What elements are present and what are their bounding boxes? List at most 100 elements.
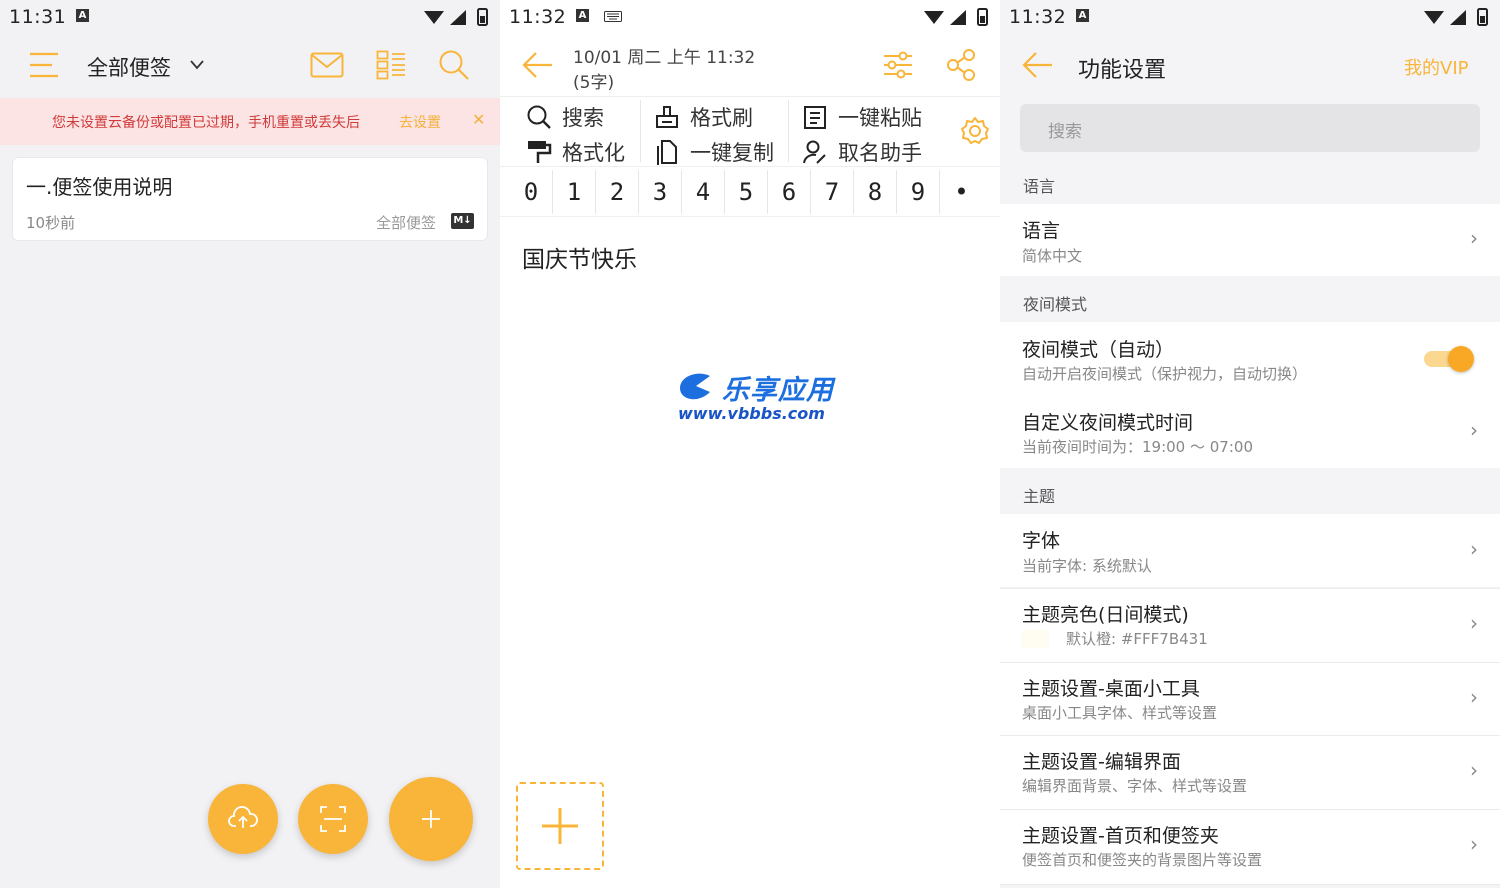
setting-value: 简体中文 (1022, 247, 1083, 265)
night-mode-toggle[interactable] (1424, 346, 1474, 372)
setting-row-home-theme[interactable]: 主题设置-首页和便签夹 便签首页和便签夹的背景图片等设置 › (1000, 810, 1500, 884)
mail-icon[interactable] (310, 52, 344, 78)
top-bar (0, 34, 500, 98)
adjust-sliders-icon[interactable] (883, 50, 913, 80)
digit-key[interactable]: 1 (553, 170, 596, 214)
chevron-right-icon: › (1470, 611, 1478, 635)
banner-settings-link[interactable]: 去设置 (399, 112, 441, 132)
folder-title[interactable]: 全部便签 (87, 52, 171, 82)
share-icon[interactable] (946, 49, 976, 81)
digit-key[interactable]: 2 (596, 170, 639, 214)
search-icon[interactable] (438, 49, 470, 81)
watermark-name: 乐享应用 (722, 375, 834, 406)
scan-icon (320, 806, 346, 832)
digit-key[interactable]: 7 (811, 170, 854, 214)
digit-key[interactable]: 0 (510, 170, 553, 214)
digit-key[interactable]: 9 (897, 170, 940, 214)
digit-keyboard: 0 1 2 3 4 5 6 7 8 9 • (510, 170, 990, 214)
notification-a-icon: A (1076, 9, 1089, 22)
watermark-logo-icon (680, 373, 710, 400)
plus-icon (422, 810, 440, 828)
cloud-upload-button[interactable] (208, 784, 278, 854)
setting-value: 桌面小工具字体、样式等设置 (1022, 704, 1218, 722)
banner-message: 您未设置云备份或配置已过期，手机重置或丢失后 (52, 115, 360, 131)
markdown-badge: M↓ (451, 213, 474, 229)
digit-key[interactable]: 6 (768, 170, 811, 214)
setting-row-widget-theme[interactable]: 主题设置-桌面小工具 桌面小工具字体、样式等设置 › (1000, 663, 1500, 735)
setting-title: 语言 (1022, 220, 1061, 242)
divider (500, 216, 1000, 217)
format-brush-icon (656, 106, 678, 128)
person-edit-icon (803, 140, 826, 164)
menu-icon[interactable] (28, 51, 60, 79)
notification-a-icon: A (76, 9, 89, 22)
chevron-right-icon: › (1470, 226, 1478, 250)
search-icon (527, 105, 551, 129)
keyboard-icon (604, 11, 622, 22)
divider (640, 100, 641, 162)
setting-row-font[interactable]: 字体 当前字体: 系统默认 › (1000, 514, 1500, 587)
layout-grid-icon[interactable] (376, 50, 406, 80)
status-time: 11:31 (9, 6, 67, 28)
scan-button[interactable] (298, 784, 368, 854)
digit-key[interactable]: 3 (639, 170, 682, 214)
status-bar: 11:32 A (1000, 0, 1500, 34)
vip-link[interactable]: 我的VIP (1404, 54, 1468, 80)
section-theme: 主题 (1023, 487, 1056, 506)
setting-row-language[interactable]: 语言 简体中文 › (1000, 204, 1500, 276)
search-tool-label: 搜索 (562, 106, 604, 130)
setting-value: 当前字体: 系统默认 (1022, 557, 1152, 575)
toggle-knob (1448, 346, 1474, 372)
watermark-logo: 乐享应用 www.vbbbs.com (676, 368, 856, 426)
setting-row-theme-color[interactable]: 主题亮色(日间模式) 默认橙: #FFF7B431 › (1000, 589, 1500, 662)
note-body-text[interactable]: 国庆节快乐 (522, 240, 637, 274)
notification-a-icon: A (576, 9, 589, 22)
digit-key[interactable]: 8 (854, 170, 897, 214)
notes-list-screen: 11:31 A 全部便签 您未设置云备份或配置已过期，手机重置或丢失后 去设置 … (0, 0, 500, 888)
back-arrow-icon[interactable] (522, 51, 554, 79)
setting-value: 便签首页和便签夹的背景图片等设置 (1022, 851, 1263, 869)
theme-color-swatch (1022, 630, 1049, 648)
status-bar: 11:31 A (0, 0, 500, 34)
status-icons (1424, 8, 1488, 26)
note-folder: 全部便签 (376, 214, 437, 232)
paint-roller-icon (528, 141, 552, 163)
close-icon[interactable]: ✕ (472, 110, 485, 129)
watermark-url: www.vbbbs.com (678, 404, 825, 423)
setting-value: 当前夜间时间为：19:00 ～ 07:00 (1022, 438, 1253, 456)
dot-key[interactable]: • (940, 170, 983, 214)
naming-label: 取名助手 (838, 141, 922, 165)
settings-search-input[interactable]: 搜索 (1020, 104, 1480, 152)
section-language: 语言 (1023, 177, 1056, 196)
setting-title: 主题设置-编辑界面 (1022, 751, 1181, 773)
digit-key[interactable]: 4 (682, 170, 725, 214)
page-title: 功能设置 (1078, 58, 1167, 83)
copy-label: 一键复制 (690, 141, 774, 165)
setting-title: 字体 (1022, 530, 1061, 552)
back-arrow-icon[interactable] (1022, 51, 1054, 79)
divider (500, 96, 1000, 97)
new-note-button[interactable] (389, 777, 473, 861)
setting-title: 主题设置-首页和便签夹 (1022, 825, 1219, 847)
digit-key[interactable]: 5 (725, 170, 768, 214)
status-icons (924, 8, 988, 26)
chevron-right-icon: › (1470, 537, 1478, 561)
add-attachment-button[interactable] (516, 782, 604, 870)
status-bar: 11:32 A (500, 0, 1000, 34)
setting-row-editor-theme[interactable]: 主题设置-编辑界面 编辑界面背景、字体、样式等设置 › (1000, 736, 1500, 809)
setting-value: 默认橙: #FFF7B431 (1066, 630, 1208, 648)
search-placeholder: 搜索 (1048, 122, 1082, 142)
settings-screen: 11:32 A 功能设置 我的VIP 搜索 语言 语言 简体中文 › 夜间模式 … (1000, 0, 1500, 888)
chevron-down-icon[interactable] (190, 60, 204, 70)
setting-row-night-time[interactable]: 自定义夜间模式时间 当前夜间时间为：19:00 ～ 07:00 › (1000, 396, 1500, 468)
chevron-right-icon: › (1470, 418, 1478, 442)
settings-gear-icon[interactable] (960, 116, 990, 146)
setting-title: 自定义夜间模式时间 (1022, 412, 1194, 434)
chevron-right-icon: › (1470, 832, 1478, 856)
status-time: 11:32 (509, 6, 567, 28)
chevron-right-icon: › (1470, 685, 1478, 709)
divider (500, 166, 1000, 167)
section-night-mode: 夜间模式 (1023, 295, 1088, 314)
setting-value: 自动开启夜间模式（保护视力，自动切换） (1022, 365, 1308, 383)
plus-icon (542, 808, 578, 844)
